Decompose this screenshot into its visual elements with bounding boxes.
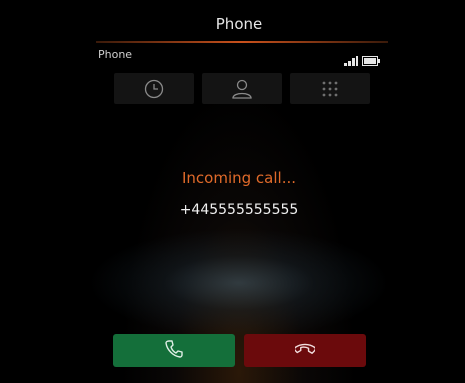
- screen-subtitle: Phone: [98, 48, 133, 61]
- call-state-text: Incoming call...: [181, 169, 296, 187]
- ambient-glow: [88, 228, 390, 338]
- phone-accept-icon: [164, 339, 184, 363]
- phone-panel: Phone Phone Incoming call... +4455555555…: [88, 6, 390, 383]
- caller-number: +445555555555: [179, 202, 299, 218]
- keypad-icon: [321, 80, 339, 98]
- battery-icon: [362, 51, 380, 70]
- clock-icon: [144, 79, 164, 99]
- signal-bars-icon: [344, 51, 358, 70]
- tab-keypad[interactable]: [290, 73, 370, 104]
- title-divider: [96, 41, 388, 43]
- tab-recent-calls[interactable]: [114, 73, 194, 104]
- person-icon: [231, 79, 253, 99]
- phone-tabs: [114, 73, 370, 104]
- phone-reject-icon: [293, 339, 317, 363]
- app-title: Phone: [215, 15, 263, 33]
- reject-call-button[interactable]: [244, 334, 366, 367]
- status-bar: [344, 51, 384, 66]
- tab-contacts[interactable]: [202, 73, 282, 104]
- phone-screen: Phone Phone Incoming call... +4455555555…: [0, 0, 465, 383]
- accept-call-button[interactable]: [113, 334, 235, 367]
